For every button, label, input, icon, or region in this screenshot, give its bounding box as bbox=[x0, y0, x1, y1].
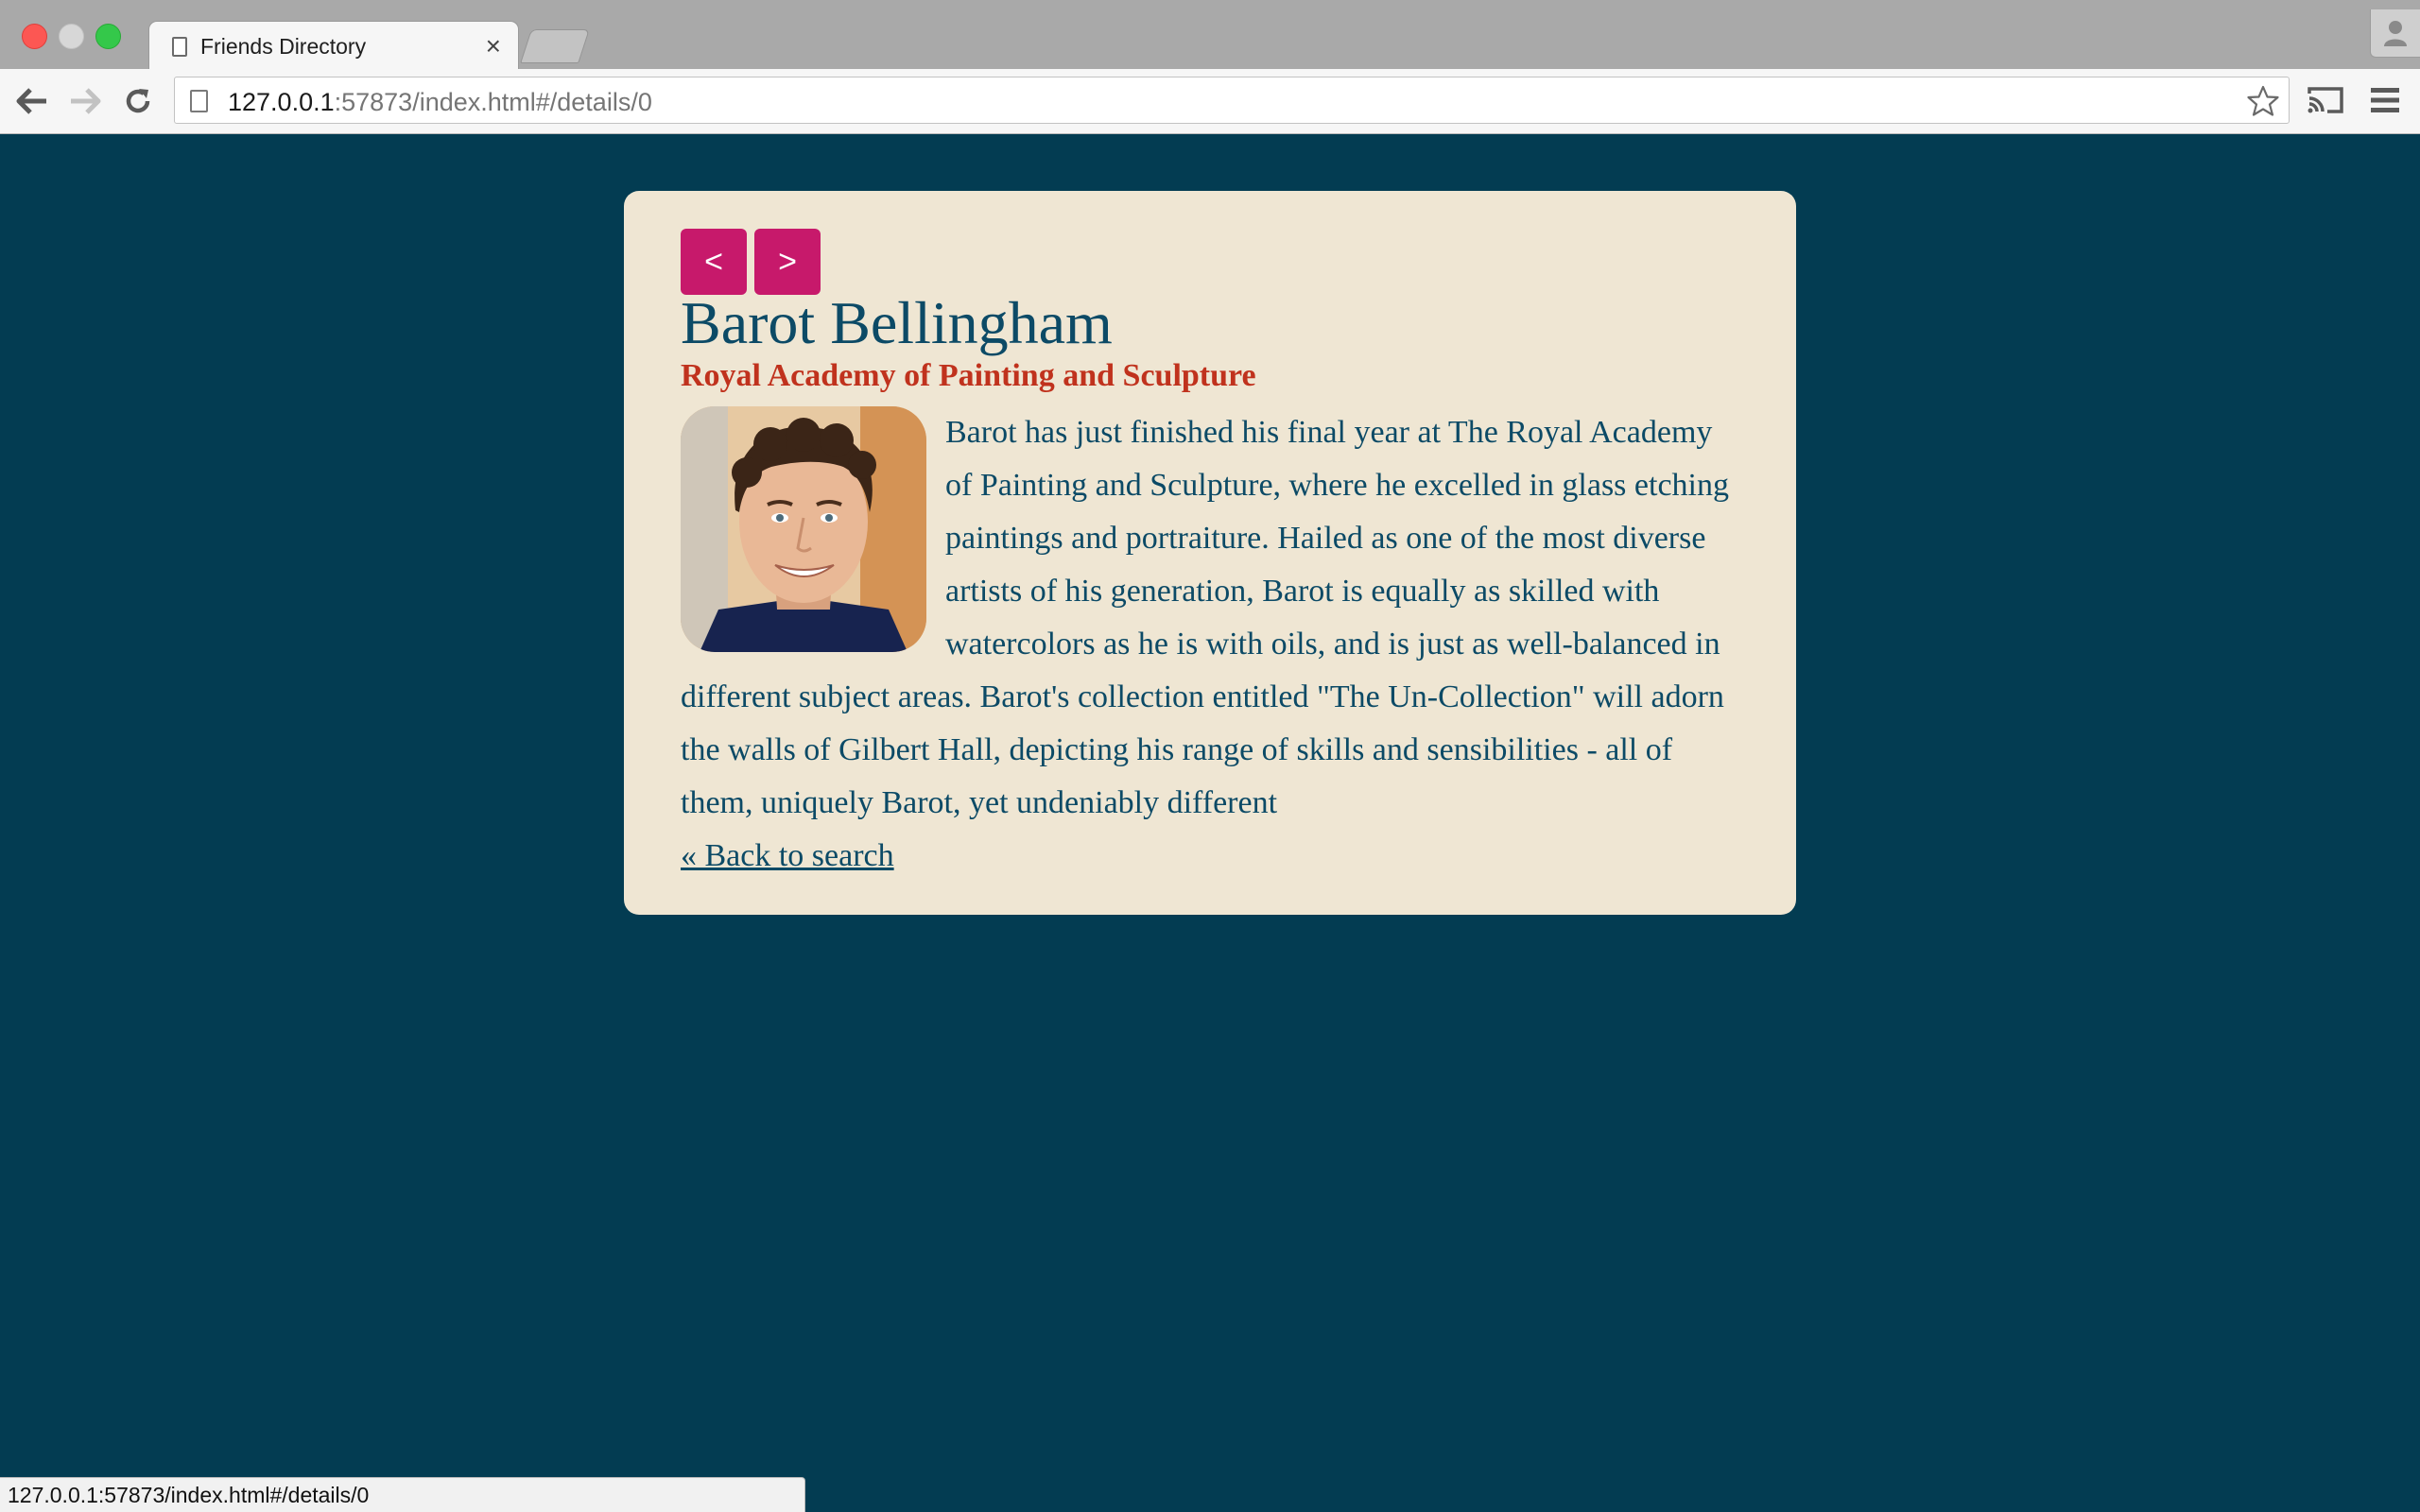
status-url: 127.0.0.1:57873/index.html#/details/0 bbox=[8, 1483, 370, 1507]
next-button[interactable]: > bbox=[754, 229, 821, 295]
arrow-left-icon bbox=[16, 88, 46, 114]
details-card: < > Barot Bellingham Royal Academy of Pa… bbox=[624, 191, 1796, 915]
zoom-window-button[interactable] bbox=[95, 24, 121, 49]
page-icon bbox=[190, 90, 208, 112]
tab-title: Friends Directory bbox=[200, 33, 367, 59]
reload-icon bbox=[126, 89, 150, 113]
browser-tab-active[interactable]: Friends Directory × bbox=[149, 22, 518, 69]
menu-icon[interactable] bbox=[2369, 86, 2401, 114]
profile-button[interactable] bbox=[2370, 9, 2420, 58]
person-name: Barot Bellingham bbox=[681, 289, 1113, 356]
browser-titlebar: Friends Directory × bbox=[0, 0, 2420, 69]
arrow-right-icon bbox=[71, 88, 101, 114]
forward-button[interactable] bbox=[66, 82, 104, 120]
reload-button[interactable] bbox=[119, 82, 157, 120]
page-icon bbox=[172, 36, 187, 57]
status-bar: 127.0.0.1:57873/index.html#/details/0 bbox=[0, 1477, 805, 1512]
person-icon bbox=[2384, 21, 2407, 46]
minimize-window-button[interactable] bbox=[59, 24, 84, 49]
cast-icon[interactable] bbox=[2307, 85, 2344, 115]
person-school: Royal Academy of Painting and Sculpture bbox=[681, 358, 1256, 393]
previous-button[interactable]: < bbox=[681, 229, 747, 295]
bio-section: Barot has just finished his final year a… bbox=[681, 406, 1739, 830]
page-viewport: < > Barot Bellingham Royal Academy of Pa… bbox=[0, 134, 2420, 1512]
pager: < > bbox=[681, 229, 1739, 295]
back-button[interactable] bbox=[13, 82, 51, 120]
back-to-search-link[interactable]: « Back to search bbox=[681, 830, 894, 883]
browser-toolbar: 127.0.0.1:57873/index.html#/details/0 bbox=[0, 69, 2420, 135]
close-window-button[interactable] bbox=[22, 24, 47, 49]
avatar bbox=[681, 406, 926, 652]
portrait-photo-icon bbox=[681, 406, 926, 652]
bookmark-star-icon[interactable] bbox=[2247, 85, 2279, 117]
address-url[interactable]: 127.0.0.1:57873/index.html#/details/0 bbox=[228, 88, 652, 117]
address-bar[interactable]: 127.0.0.1:57873/index.html#/details/0 bbox=[174, 77, 2290, 124]
tab-close-icon[interactable]: × bbox=[486, 31, 501, 60]
new-tab-button[interactable] bbox=[520, 29, 590, 63]
